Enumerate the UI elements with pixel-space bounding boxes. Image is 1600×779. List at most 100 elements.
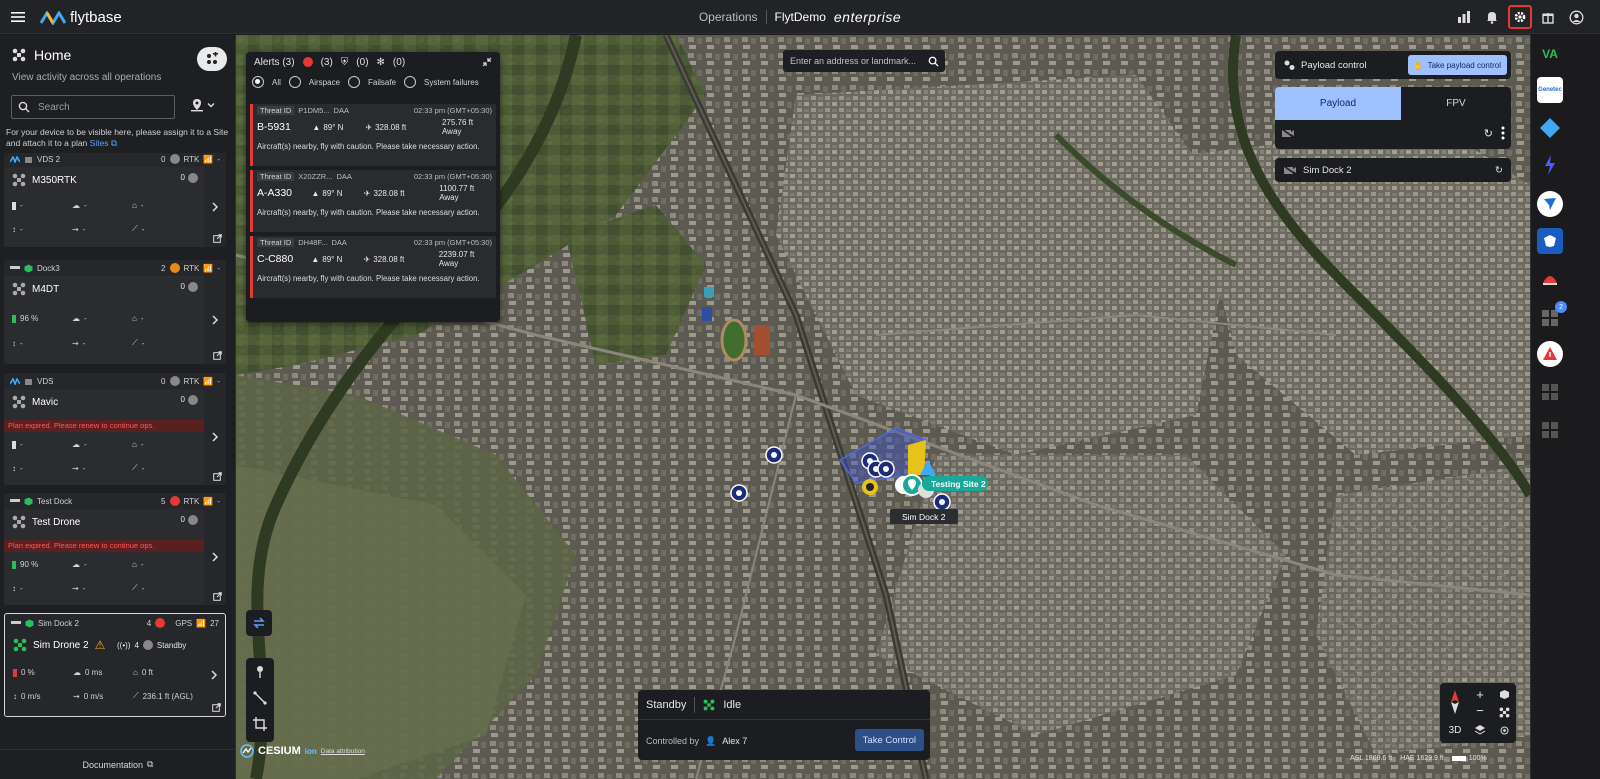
- search-input[interactable]: [38, 101, 158, 113]
- drone-focus-icon[interactable]: [1494, 704, 1514, 720]
- grid-app-icon[interactable]: [1537, 417, 1563, 443]
- brand-logo[interactable]: flytbase: [40, 9, 122, 26]
- alert-type: DAA: [331, 238, 347, 247]
- wind-icon: ☁: [72, 560, 80, 569]
- layers-icon[interactable]: [1470, 721, 1490, 739]
- home-icon: ⌂: [132, 314, 137, 323]
- alert-item[interactable]: Threat ID DH48F... DAA 02:33 pm (GMT+05:30)…: [250, 236, 496, 298]
- threat-label: Threat ID: [257, 238, 295, 247]
- alert-item[interactable]: Threat ID P1DM5... DAA 02:33 pm (GMT+05:30)…: [250, 104, 496, 166]
- cesium-logo[interactable]: CESIUM ion Data attribution: [240, 744, 365, 758]
- sites-link[interactable]: Sites ⧉: [90, 138, 117, 148]
- device-card[interactable]: Dock3 2 RTK 📶- M4DT 0 96 % ☁- ⌂- ↕-: [4, 260, 226, 364]
- hamburger-menu-icon[interactable]: [10, 9, 26, 25]
- top-actions: [1452, 5, 1588, 29]
- bell-icon[interactable]: [1480, 5, 1504, 29]
- dock-status-icon: [169, 263, 180, 273]
- map-pin[interactable]: [730, 484, 748, 502]
- dock-marker-yellow[interactable]: [862, 479, 878, 495]
- device-card[interactable]: VDS 0 RTK 📶 - Mavic 0 Plan expired. Pleas…: [4, 373, 226, 485]
- battery-icon: [12, 201, 16, 210]
- drone-icon: [12, 173, 26, 187]
- device-card[interactable]: Test Dock 5 RTK 📶 - Test Drone 0 Plan exp…: [4, 493, 226, 605]
- swap-view-button[interactable]: [246, 610, 272, 636]
- take-control-button[interactable]: Take Control: [854, 729, 924, 751]
- map-pin[interactable]: [765, 446, 783, 464]
- telemetry-row-2: ↕ - ⇝ - ⟋ -: [12, 338, 192, 348]
- search-icon[interactable]: [928, 56, 939, 67]
- refresh-icon[interactable]: ↻: [1495, 165, 1503, 176]
- data-attribution-link[interactable]: Data attribution: [321, 748, 365, 755]
- gear-icon[interactable]: [1508, 5, 1532, 29]
- analytics-icon[interactable]: [1452, 5, 1476, 29]
- alert-item[interactable]: Threat ID X20ZZR... DAA 02:33 pm (GMT+05:30…: [250, 170, 496, 232]
- drone-count: 0: [181, 395, 198, 405]
- gift-icon[interactable]: [1536, 5, 1560, 29]
- zoom-out-button[interactable]: −: [1470, 702, 1490, 718]
- refresh-icon[interactable]: ↻: [1484, 127, 1493, 140]
- dock-label[interactable]: Sim Dock 2: [902, 512, 945, 522]
- wind-cell: ☁ -: [72, 560, 87, 569]
- chevron-right-icon[interactable]: [204, 389, 226, 485]
- device-card[interactable]: VDS 2 0 RTK 📶- M350RTK 0 - ☁- ⌂- ↕-: [4, 153, 226, 247]
- telemetry-row-2: ↕ 0 m/s ⇝ 0 m/s ⟋ 236.1 ft (AGL): [13, 691, 213, 701]
- filter-failsafe-radio[interactable]: [348, 76, 361, 88]
- shield-app-icon[interactable]: [1537, 228, 1563, 254]
- address-search[interactable]: Enter an address or landmark...: [783, 50, 945, 72]
- altitude-cell: ↕ -: [12, 583, 23, 593]
- external-link-icon[interactable]: [213, 351, 222, 360]
- home-cell: ⌂ -: [132, 440, 144, 449]
- lightning-app-icon[interactable]: [1537, 152, 1563, 178]
- alert-app-icon[interactable]: [1537, 341, 1563, 367]
- diamond-app-icon[interactable]: [1537, 115, 1563, 141]
- take-payload-control-button[interactable]: ✋ Take payload control: [1407, 55, 1507, 75]
- toggle-3d-button[interactable]: 3D: [1444, 721, 1466, 739]
- pin-tool-icon[interactable]: [250, 662, 270, 682]
- drone-name-text: M350RTK: [32, 174, 77, 186]
- send-app-icon[interactable]: [1537, 191, 1563, 217]
- brand-mark-icon: [10, 155, 20, 163]
- filter-all-radio[interactable]: [252, 76, 264, 88]
- genetec-app-icon[interactable]: Genetec: [1537, 77, 1563, 103]
- external-link-icon[interactable]: [213, 472, 222, 481]
- cube-icon[interactable]: [1494, 686, 1514, 702]
- satellite-count: 27: [210, 618, 219, 628]
- map-pin[interactable]: [933, 493, 951, 511]
- alert-message: Aircraft(s) nearby, fly with caution. Pl…: [257, 274, 480, 283]
- va-app-icon[interactable]: VA: [1537, 41, 1563, 67]
- warning-icon[interactable]: ⚠: [95, 638, 106, 652]
- altitude-cell: ↕ -: [12, 224, 23, 234]
- altitude-icon: ↕: [12, 463, 16, 473]
- user-icon[interactable]: [1564, 5, 1588, 29]
- dome-app-icon[interactable]: [1537, 265, 1563, 291]
- device-card-selected[interactable]: Sim Dock 2 4 GPS 📶 27 Sim Drone 2 ⚠ ((•)…: [4, 613, 226, 717]
- site-label[interactable]: Testing Site 2: [931, 479, 986, 489]
- add-device-button[interactable]: [197, 47, 227, 71]
- collapse-icon[interactable]: [482, 57, 492, 67]
- documentation-link[interactable]: Documentation ⧉: [0, 749, 236, 779]
- location-filter[interactable]: [190, 98, 216, 112]
- line-tool-icon[interactable]: [250, 688, 270, 708]
- chevron-right-icon[interactable]: [204, 509, 226, 605]
- tab-fpv[interactable]: FPV: [1401, 87, 1511, 120]
- camera-off-icon: [1281, 128, 1295, 138]
- tab-payload[interactable]: Payload: [1275, 87, 1401, 120]
- filter-airspace-radio[interactable]: [288, 76, 301, 88]
- drone-state: Idle: [723, 698, 742, 711]
- zoom-in-button[interactable]: +: [1470, 686, 1490, 702]
- search-box[interactable]: [11, 95, 175, 119]
- grid-app-icon[interactable]: [1537, 379, 1563, 405]
- external-link-icon[interactable]: [213, 592, 222, 601]
- org-name[interactable]: FlytDemo: [775, 10, 826, 24]
- more-options-icon[interactable]: [1501, 126, 1505, 140]
- map-pin[interactable]: [877, 460, 895, 478]
- section-label[interactable]: Operations: [699, 10, 758, 24]
- external-link-icon[interactable]: [212, 703, 221, 712]
- external-link-icon[interactable]: [213, 234, 222, 243]
- site-count: 0: [161, 376, 166, 386]
- crop-tool-icon[interactable]: [250, 714, 270, 734]
- locate-icon[interactable]: [1494, 722, 1514, 738]
- signal-icon: 📶: [203, 496, 214, 506]
- filter-system-radio[interactable]: [404, 76, 417, 88]
- compass-icon[interactable]: [1444, 687, 1466, 717]
